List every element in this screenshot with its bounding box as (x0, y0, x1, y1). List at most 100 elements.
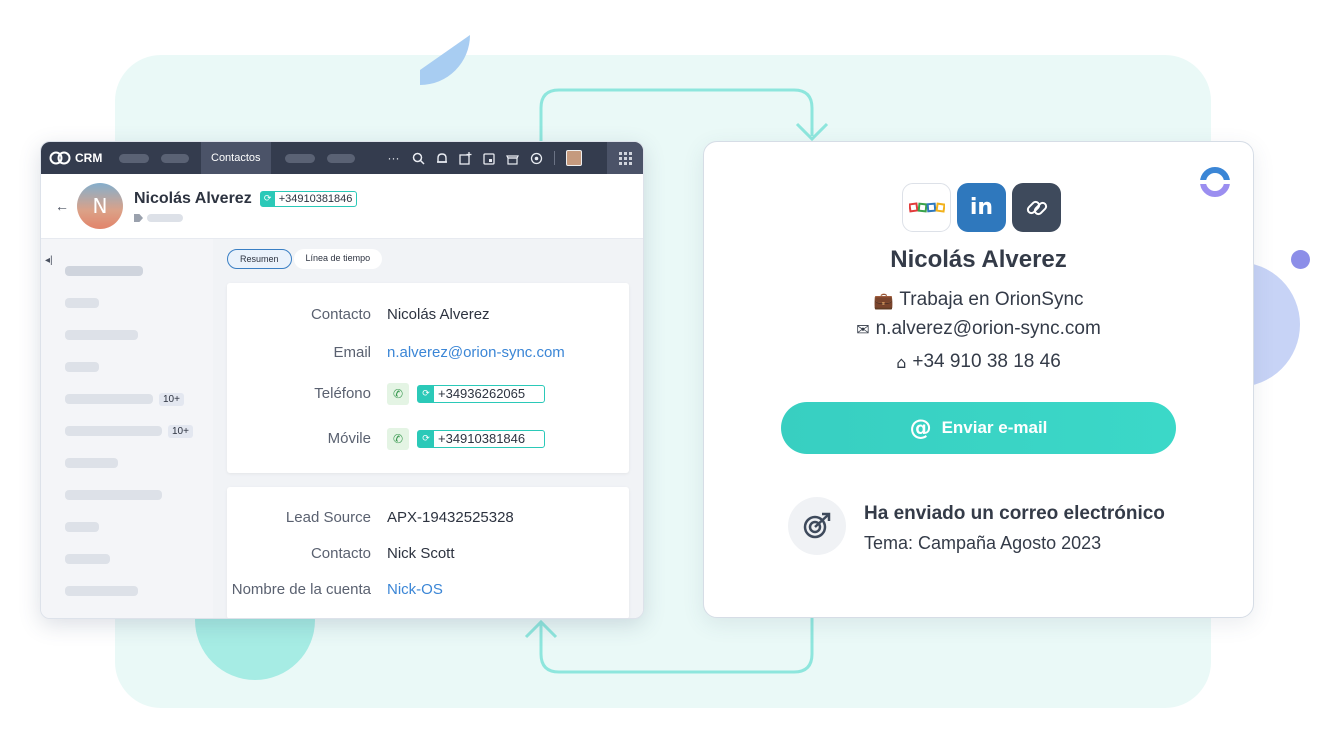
contact-info-card: Contacto Nicolás Alverez Email n.alverez… (227, 283, 629, 473)
link-icon[interactable] (1012, 183, 1061, 232)
tag-icon[interactable] (134, 214, 143, 222)
at-sign-icon: @ (909, 415, 932, 441)
sync-icon: ⟳ (418, 385, 434, 402)
phone-text[interactable]: +34 910 38 18 46 (912, 351, 1060, 373)
field-label: Móvile (327, 430, 371, 447)
zoho-icon[interactable] (902, 183, 951, 232)
field-value: Nick Scott (387, 544, 455, 562)
field-label: Contacto (310, 544, 371, 562)
field-label: Nombre de la cuenta (231, 580, 371, 598)
phone-number: +34936262065 (438, 386, 526, 401)
briefcase-icon: 💼 (873, 290, 894, 310)
field-value: APX-19432525328 (387, 508, 514, 526)
sidebar-item[interactable]: 10+ (41, 415, 213, 447)
email-link[interactable]: n.alverez@orion-sync.com (387, 344, 565, 361)
collapse-sidebar-icon[interactable]: ◂| (45, 255, 53, 266)
field-label: Teléfono (314, 385, 371, 402)
contact-name: Nicolás Alverez (890, 246, 1067, 273)
brand-logo-icon (1199, 167, 1231, 197)
call-button[interactable]: ✆ (387, 427, 409, 450)
record-details: Resumen Línea de tiempo Contacto Nicolás… (213, 239, 643, 618)
field-email: Email n.alverez@orion-sync.com (227, 333, 629, 371)
call-button[interactable]: ✆ (387, 382, 409, 405)
sidebar-item[interactable] (41, 479, 213, 511)
sidebar-item[interactable] (41, 511, 213, 543)
calendar-icon[interactable] (482, 152, 495, 165)
email-sent-icon (788, 497, 846, 555)
send-email-label: Enviar e-mail (941, 418, 1048, 437)
crm-logo-icon (49, 151, 71, 165)
nav-placeholder[interactable] (119, 153, 149, 163)
activity-subject: Tema: Campaña Agosto 2023 (864, 533, 1102, 553)
field-value: Nicolás Alverez (387, 305, 490, 323)
crm-window: CRM Contactos ··· ← N Nicolás Alverez ⟳ … (40, 141, 644, 619)
more-icon[interactable]: ··· (387, 151, 401, 165)
sidebar-item[interactable] (41, 255, 213, 287)
search-icon[interactable] (412, 152, 425, 165)
field-contacto: Contacto Nicolás Alverez (227, 295, 629, 333)
tag-placeholder (147, 214, 183, 222)
sidebar-item[interactable] (41, 447, 213, 479)
crm-sidebar: ◂| 10+ 10+ (41, 239, 213, 618)
email-text[interactable]: n.alverez@orion-sync.com (876, 318, 1101, 340)
count-badge: 10+ (159, 392, 184, 406)
contact-card: in Nicolás Alverez 💼 Trabaja en OrionSyn… (703, 141, 1254, 618)
user-avatar[interactable] (565, 150, 582, 166)
field-contacto: Contacto Nick Scott (227, 535, 629, 571)
apps-grid-icon (618, 151, 632, 165)
tab-resumen[interactable]: Resumen (227, 249, 292, 269)
tab-contactos[interactable]: Contactos (201, 142, 271, 174)
field-lead-source: Lead Source APX-19432525328 (227, 499, 629, 535)
sidebar-item[interactable] (41, 319, 213, 351)
stage: CRM Contactos ··· ← N Nicolás Alverez ⟳ … (0, 0, 1332, 746)
divider (553, 151, 555, 165)
field-movil: Móvile ✆ ⟳ +34910381846 (227, 416, 629, 461)
tab-linea-de-tiempo[interactable]: Línea de tiempo (293, 249, 383, 269)
crm-topbar: CRM Contactos ··· (41, 142, 643, 174)
bell-icon[interactable] (436, 152, 448, 165)
sync-icon: ⟳ (418, 430, 434, 447)
view-switch: Resumen Línea de tiempo (227, 249, 629, 269)
phone-number: +34910381846 (438, 431, 526, 446)
phone-chip-number: +34910381846 (278, 193, 353, 205)
send-email-button[interactable]: @ Enviar e-mail (781, 402, 1176, 454)
sidebar-item[interactable] (41, 287, 213, 319)
sidebar-item[interactable]: 10+ (41, 383, 213, 415)
record-header: ← N Nicolás Alverez ⟳ +34910381846 (41, 174, 643, 239)
email-line: ✉ n.alverez@orion-sync.com (704, 318, 1253, 340)
field-telefono: Teléfono ✆ ⟳ +34936262065 (227, 371, 629, 416)
field-account-name: Nombre de la cuenta Nick-OS (227, 571, 629, 607)
phone-line: ⌂ +34 910 38 18 46 (704, 351, 1253, 373)
sidebar-item[interactable] (41, 543, 213, 575)
count-badge: 10+ (168, 424, 193, 438)
settings-icon[interactable] (530, 152, 543, 165)
envelope-icon: ✉ (856, 319, 870, 339)
apps-button[interactable] (607, 142, 643, 174)
field-label: Email (333, 343, 371, 361)
company-line: 💼 Trabaja en OrionSync (704, 289, 1253, 311)
sidebar-item[interactable] (41, 607, 213, 618)
phone-chip[interactable]: ⟳ +34910381846 (259, 191, 358, 207)
nav-placeholder[interactable] (284, 153, 315, 163)
activity-title: Ha enviado un correo electrónico (864, 503, 1165, 524)
record-name: Nicolás Alverez (134, 190, 252, 207)
field-label: Lead Source (285, 508, 371, 526)
marketplace-icon[interactable] (505, 152, 519, 165)
sidebar-item[interactable] (41, 575, 213, 607)
company-text: Trabaja en OrionSync (899, 289, 1084, 310)
crm-logo-text: CRM (75, 151, 103, 165)
contact-avatar: N (77, 183, 123, 229)
phone-chip[interactable]: ⟳ +34910381846 (417, 429, 545, 448)
phone-chip[interactable]: ⟳ +34936262065 (417, 384, 545, 403)
sidebar-item[interactable] (41, 351, 213, 383)
lead-info-card: Lead Source APX-19432525328 Contacto Nic… (227, 487, 629, 618)
add-calendar-icon[interactable] (458, 151, 472, 165)
crm-logo[interactable]: CRM (41, 151, 119, 165)
linkedin-icon[interactable]: in (957, 183, 1006, 232)
nav-placeholder[interactable] (326, 153, 355, 163)
nav-placeholder[interactable] (161, 153, 189, 163)
home-icon: ⌂ (896, 352, 907, 372)
account-link[interactable]: Nick-OS (387, 581, 443, 598)
sync-icon: ⟳ (260, 192, 275, 206)
back-arrow-icon[interactable]: ← (55, 198, 69, 214)
